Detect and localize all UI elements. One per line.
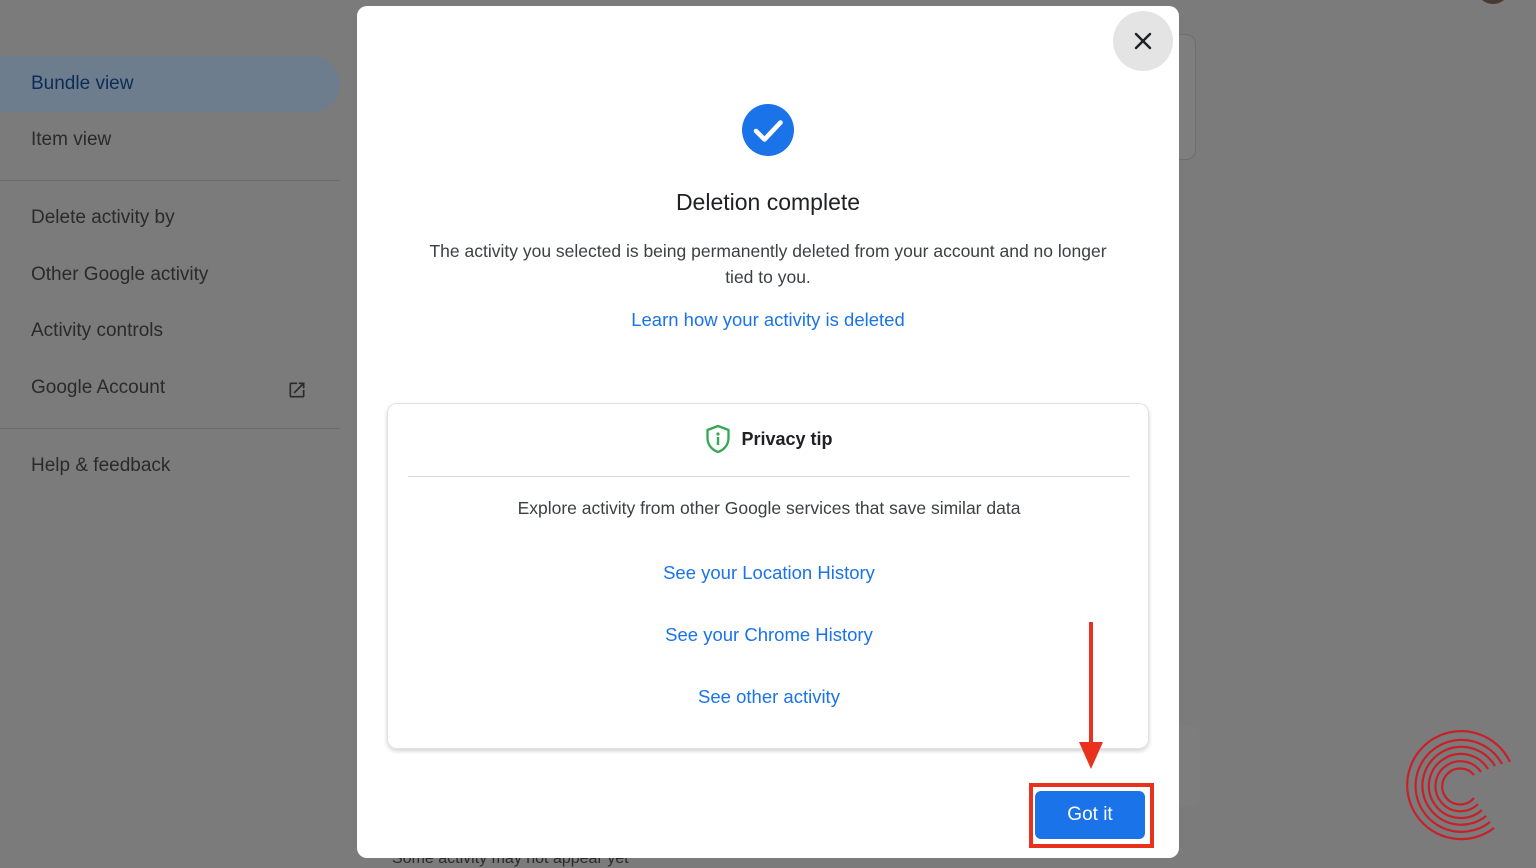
- open-in-new-icon: [289, 382, 305, 398]
- sidebar-item-google-account[interactable]: Google Account: [0, 360, 340, 416]
- sidebar-item-help-feedback[interactable]: Help & feedback: [0, 438, 340, 494]
- dialog-description: The activity you selected is being perma…: [429, 241, 1107, 287]
- sidebar-item-other-google-activity[interactable]: Other Google activity: [0, 247, 340, 303]
- dialog-title: Deletion complete: [675, 189, 861, 215]
- chrome-history-link[interactable]: See your Chrome History: [388, 624, 1150, 646]
- divider: [408, 476, 1130, 477]
- sidebar-item-label: Activity controls: [31, 320, 163, 341]
- privacy-tip-header: Privacy tip: [388, 424, 1150, 454]
- red-arrow-annotation: [1079, 622, 1103, 769]
- deletion-complete-dialog: Deletion complete The activity you selec…: [357, 6, 1179, 858]
- sidebar-divider: [0, 428, 340, 429]
- sidebar-item-label: Other Google activity: [31, 264, 209, 285]
- highlight-box: [1029, 783, 1154, 848]
- sidebar-divider: [0, 180, 340, 181]
- sidebar-item-item-view[interactable]: Item view: [0, 112, 340, 168]
- watermark-logo: [1406, 730, 1511, 841]
- learn-how-deleted-link[interactable]: Learn how your activity is deleted: [357, 309, 1179, 331]
- sidebar: Bundle view Item view Delete activity by…: [0, 0, 340, 864]
- location-history-link[interactable]: See your Location History: [388, 562, 1150, 584]
- sidebar-item-label: Delete activity by: [31, 207, 175, 228]
- privacy-tip-text: Explore activity from other Google servi…: [517, 498, 1021, 518]
- sidebar-item-label: Google Account: [31, 377, 166, 398]
- shield-info-icon: [706, 424, 731, 454]
- close-button[interactable]: [1113, 11, 1173, 71]
- sidebar-item-activity-controls[interactable]: Activity controls: [0, 303, 340, 359]
- sidebar-item-label: Help & feedback: [31, 455, 171, 476]
- sidebar-item-label: Item view: [31, 129, 112, 150]
- close-icon: [1134, 32, 1152, 50]
- privacy-tip-title: Privacy tip: [741, 428, 833, 449]
- sidebar-item-bundle-view[interactable]: Bundle view: [0, 56, 340, 112]
- sidebar-item-delete-activity-by[interactable]: Delete activity by: [0, 190, 340, 246]
- other-activity-link[interactable]: See other activity: [388, 686, 1150, 708]
- sidebar-item-label: Bundle view: [31, 73, 134, 94]
- check-circle-icon: [742, 104, 794, 156]
- avatar[interactable]: [1476, 0, 1510, 4]
- privacy-tip-card: Privacy tip Explore activity from other …: [387, 403, 1149, 749]
